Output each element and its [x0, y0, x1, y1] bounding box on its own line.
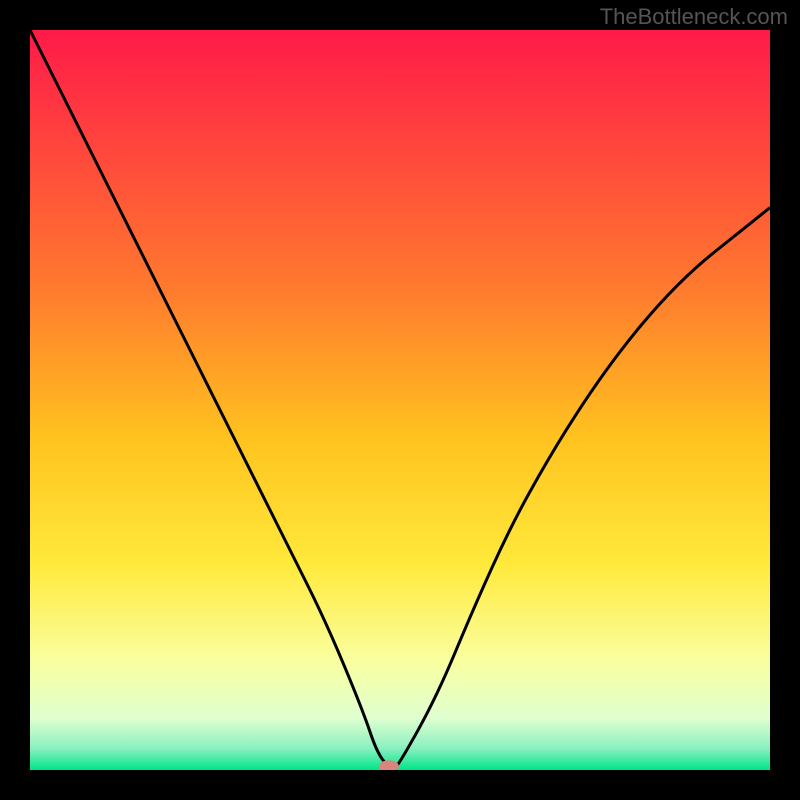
gradient-background: [30, 30, 770, 770]
chart-area: [30, 30, 770, 770]
watermark-text: TheBottleneck.com: [600, 4, 788, 30]
chart-svg: [30, 30, 770, 770]
